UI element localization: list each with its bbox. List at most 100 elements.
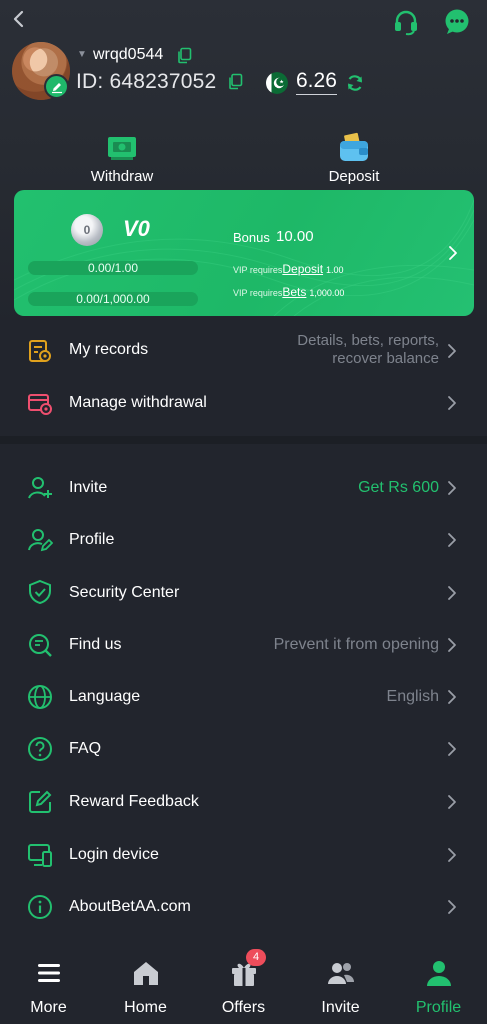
find-us-hint: Prevent it from opening: [273, 636, 439, 653]
profile-edit-icon: [28, 529, 53, 552]
menu-row-profile[interactable]: Profile: [0, 514, 487, 566]
refresh-icon[interactable]: [345, 73, 365, 93]
chevron-right-icon: [448, 586, 456, 600]
manage-withdrawal-icon: [28, 394, 52, 415]
language-value: English: [386, 688, 439, 705]
edit-square-icon: [29, 790, 52, 813]
nav-label: Profile: [415, 999, 462, 1016]
deposit-requirement-amount: 1.00: [326, 265, 344, 275]
bets-link[interactable]: Bets: [282, 285, 306, 299]
chevron-right-icon: [448, 344, 456, 358]
bets-progress-text: 0.00/1,000.00: [76, 292, 150, 306]
chat-button[interactable]: [443, 8, 471, 36]
wallet-balance: 6.26: [296, 69, 337, 95]
menu-row-invite[interactable]: Invite Get Rs 600: [0, 462, 487, 514]
chevron-left-icon: [13, 10, 24, 28]
vip-bets-requirement: VIP requiresBets 1,000.00: [233, 285, 344, 299]
withdraw-label: Withdraw: [90, 168, 154, 185]
username: wrqd0544: [93, 46, 164, 63]
my-records-row[interactable]: My records Details, bets, reports, recov…: [0, 323, 487, 375]
pakistan-flag-icon: [266, 72, 288, 94]
records-icon: [29, 340, 51, 362]
chevron-right-icon: [448, 396, 456, 410]
bonus-label: Bonus: [233, 230, 270, 245]
manage-withdrawal-label: Manage withdrawal: [69, 394, 207, 411]
nav-item-offers[interactable]: Offers: [195, 946, 292, 1024]
deposit-progress-text: 0.00/1.00: [87, 261, 139, 275]
menu-label: Profile: [69, 531, 115, 548]
section-divider: [0, 436, 487, 444]
copy-icon[interactable]: [176, 47, 192, 64]
nav-item-profile[interactable]: Profile: [390, 946, 487, 1024]
manage-withdrawal-row[interactable]: Manage withdrawal: [0, 376, 487, 428]
copy-id-icon[interactable]: [227, 73, 243, 90]
deposit-button[interactable]: Deposit: [294, 132, 414, 185]
wallet-icon: [337, 132, 371, 164]
nav-label: Invite: [321, 999, 360, 1016]
pencil-icon: [51, 82, 62, 93]
vip-level-badge: 0: [71, 214, 103, 246]
my-records-hint-line2: recover balance: [332, 350, 439, 367]
nav-item-home[interactable]: Home: [97, 946, 194, 1024]
back-button[interactable]: [8, 6, 30, 32]
withdraw-button[interactable]: Withdraw: [62, 132, 182, 185]
vip-card[interactable]: 0 V0 0.00/1.00 0.00/1,000.00 Bonus 10.00…: [14, 190, 474, 316]
nav-label: More: [30, 999, 67, 1016]
question-circle-icon: [28, 737, 52, 761]
user-id: ID: 648237052: [76, 70, 217, 93]
info-circle-icon: [28, 895, 52, 919]
bets-requirement-amount: 1,000.00: [309, 288, 345, 298]
vip-requires-label: VIP requires: [233, 265, 283, 275]
menu-label: Find us: [69, 636, 122, 653]
menu-label: Language: [69, 688, 141, 705]
invite-user-icon: [28, 477, 52, 499]
invite-reward-text: Get Rs 600: [358, 479, 439, 496]
chevron-right-icon: [448, 742, 456, 756]
headset-icon: [395, 10, 417, 36]
deposit-link[interactable]: Deposit: [282, 262, 323, 276]
chevron-right-icon: [448, 533, 456, 547]
menu-label: Login device: [69, 846, 159, 863]
chevron-right-icon: [448, 900, 456, 914]
offers-count-badge: 4: [246, 949, 266, 966]
menu-label: Invite: [69, 479, 108, 496]
menu-row-about[interactable]: AboutBetAA.com: [0, 881, 487, 933]
globe-icon: [28, 685, 52, 709]
nav-label: Home: [124, 999, 167, 1016]
menu-row-language[interactable]: Language English: [0, 671, 487, 723]
my-records-hint-line1: Details, bets, reports,: [297, 332, 439, 349]
deposit-label: Deposit: [328, 168, 380, 185]
chevron-right-icon: [449, 246, 457, 260]
menu-row-faq[interactable]: FAQ: [0, 723, 487, 775]
menu-label: FAQ: [69, 740, 102, 757]
menu-row-login-device[interactable]: Login device: [0, 829, 487, 881]
withdraw-icon: [105, 132, 139, 164]
menu-row-reward-feedback[interactable]: Reward Feedback: [0, 776, 487, 828]
menu-label: AboutBetAA.com: [69, 898, 191, 915]
chevron-right-icon: [448, 848, 456, 862]
nav-item-more[interactable]: More: [0, 946, 97, 1024]
chevron-right-icon: [448, 690, 456, 704]
avatar-edit-button[interactable]: [44, 74, 69, 99]
shield-check-icon: [29, 579, 51, 605]
nav-item-invite[interactable]: Invite: [292, 946, 389, 1024]
vip-requires-label: VIP requires: [233, 288, 283, 298]
menu-row-find-us[interactable]: Find us Prevent it from opening: [0, 619, 487, 671]
menu-label: Security Center: [69, 584, 180, 601]
search-doc-icon: [29, 634, 52, 657]
caret-down-icon[interactable]: ▼: [77, 49, 87, 60]
bonus-value: 10.00: [276, 228, 314, 245]
vip-deposit-requirement: VIP requiresDeposit 1.00: [233, 262, 344, 276]
chat-bubble-icon: [445, 9, 469, 34]
home-icon: [133, 962, 158, 985]
nav-label: Offers: [221, 999, 266, 1016]
support-button[interactable]: [392, 8, 420, 36]
vip-level: V0: [123, 216, 150, 241]
chevron-right-icon: [448, 481, 456, 495]
chevron-right-icon: [448, 795, 456, 809]
my-records-label: My records: [69, 341, 149, 358]
bottom-nav: More Home Offers Invite Profile: [0, 946, 487, 1024]
menu-row-security-center[interactable]: Security Center: [0, 567, 487, 619]
people-icon: [327, 963, 354, 984]
chevron-right-icon: [448, 638, 456, 652]
